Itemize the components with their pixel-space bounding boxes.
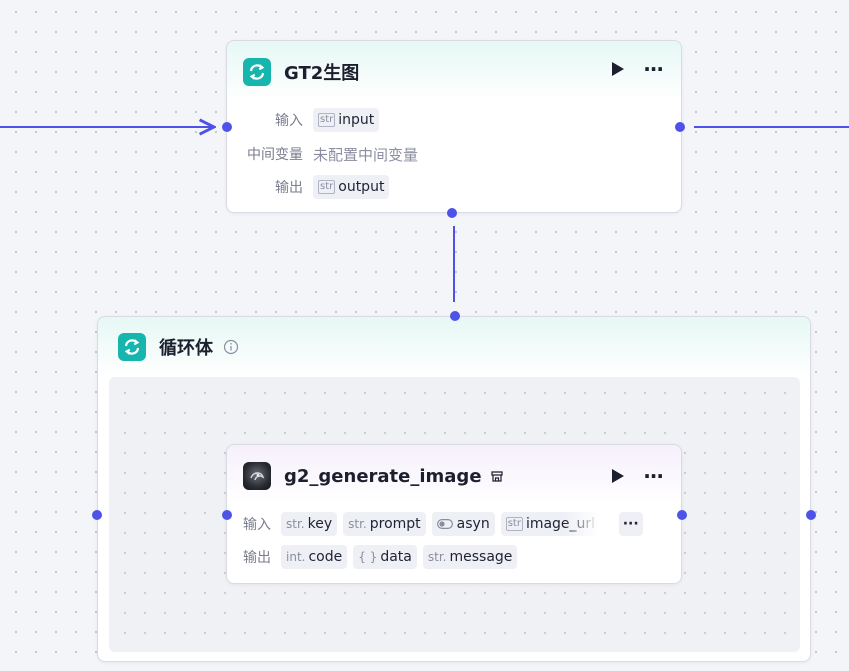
store-icon — [490, 469, 504, 483]
more-icon[interactable]: ··· — [643, 466, 664, 486]
output-chip-data: { } data — [353, 545, 417, 569]
output-row: 输出 str output — [243, 175, 395, 199]
plugin-avatar-icon — [243, 462, 271, 490]
more-inputs-button[interactable]: ··· — [618, 512, 643, 536]
input-chip-key: str. key — [281, 512, 338, 536]
vars-row: 中间变量 未配置中间变量 — [247, 145, 419, 164]
node-title: GT2生图 — [284, 63, 360, 84]
play-icon[interactable] — [611, 468, 625, 484]
node-gt2[interactable]: GT2生图 ··· 输入 str input 中间变量 未配置中间变量 输出 st… — [226, 40, 682, 213]
loop-icon — [243, 58, 271, 86]
node-header: GT2生图 — [243, 58, 359, 86]
info-icon[interactable] — [223, 339, 239, 355]
output-chip: str output — [313, 175, 390, 199]
node-title: g2_generate_image — [284, 465, 482, 487]
input-chip: str input — [313, 108, 380, 132]
node-header: 循环体 — [118, 333, 239, 361]
input-row: 输入 str input — [243, 108, 385, 132]
output-row: 输出 int. code { } data str. message — [243, 545, 523, 569]
node-title: 循环体 — [159, 338, 213, 359]
output-chip-message: str. message — [422, 545, 518, 569]
output-chip-code: int. code — [281, 545, 348, 569]
input-chip-asyn: asyn — [431, 512, 495, 536]
more-icon[interactable]: ··· — [643, 59, 664, 79]
play-icon[interactable] — [611, 61, 625, 77]
input-chip-prompt: str. prompt — [343, 512, 426, 536]
node-g2-generate-image[interactable]: g2_generate_image ··· 输入 str. key str. pro… — [226, 444, 682, 584]
input-chip-image-url: str image_url — [500, 512, 599, 536]
input-row: 输入 str. key str. prompt asyn str image_url … — [243, 512, 673, 536]
loop-icon — [118, 333, 146, 361]
toggle-icon — [436, 519, 453, 529]
node-header: g2_generate_image — [243, 462, 504, 490]
